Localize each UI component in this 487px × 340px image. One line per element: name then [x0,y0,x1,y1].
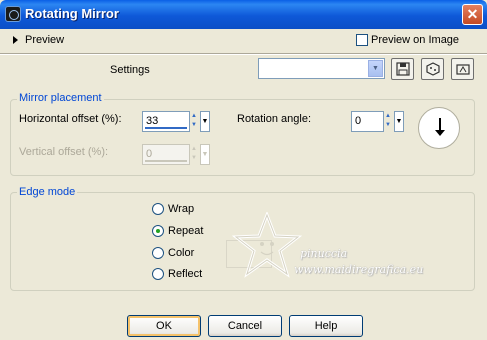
edge-option-label: Repeat [168,225,204,237]
preview-label[interactable]: Preview [25,34,64,46]
edge-option-label: Color [168,247,195,259]
rotation-angle-value: 0 [355,115,362,127]
vertical-offset-bar [145,160,187,162]
help-button[interactable]: Help [289,315,363,337]
horizontal-offset-value: 33 [146,115,159,127]
radio-repeat[interactable] [152,225,164,237]
horizontal-offset-arrows[interactable]: ▲ ▼ [189,112,199,131]
vertical-offset-value: 0 [146,148,153,160]
settings-combo[interactable]: ▼ [258,58,385,79]
vertical-offset-menu-button: ▼ [200,144,210,165]
app-icon [5,6,21,22]
cancel-button[interactable]: Cancel [208,315,282,337]
watermark-line1: pinuccia [300,247,348,260]
horizontal-offset-menu-button[interactable]: ▼ [200,111,210,132]
horizontal-offset-input[interactable]: 33 [142,111,190,132]
randomize-icon [455,64,470,75]
close-icon: ✕ [466,6,479,22]
separator [0,53,487,55]
randomize-button[interactable] [451,58,474,80]
vertical-offset-input: 0 [142,144,190,165]
close-button[interactable]: ✕ [462,4,483,25]
radio-selected-dot [156,229,160,233]
rotation-angle-spinner[interactable]: 0 ▲ ▼ ▼ [351,111,405,132]
spin-down-icon[interactable]: ▼ [383,121,393,130]
spin-up-icon[interactable]: ▲ [189,112,199,121]
rotation-angle-label: Rotation angle: [237,113,311,125]
mirror-placement-group [10,99,475,176]
mirror-placement-legend: Mirror placement [17,92,104,104]
ok-button[interactable]: OK [127,315,201,337]
edge-option-label: Reflect [168,268,203,280]
spin-down-icon: ▼ [191,155,197,161]
spin-down-icon[interactable]: ▼ [189,121,199,130]
reset-icon [425,62,440,76]
radio-reflect[interactable] [152,268,164,280]
vertical-offset-label: Vertical offset (%): [19,146,109,158]
chevron-down-icon[interactable]: ▼ [368,60,383,77]
vertical-offset-spinner: 0 ▲ ▼ ▼ [142,144,212,165]
rotation-dial[interactable] [418,107,460,149]
spin-up-icon: ▲ [191,146,197,152]
rotation-angle-arrows[interactable]: ▲ ▼ [383,112,393,131]
dial-arrow-icon [435,130,445,136]
preview-expand-arrow-icon[interactable] [13,36,18,44]
horizontal-offset-bar [145,127,187,129]
watermark-line2: www.maidiregrafica.eu [294,263,424,276]
watermark-star-icon [232,212,302,278]
edge-mode-legend: Edge mode [17,186,78,198]
radio-color[interactable] [152,247,164,259]
title-bar: Rotating Mirror ✕ [0,0,487,29]
window-title: Rotating Mirror [25,6,119,21]
rotation-angle-menu-button[interactable]: ▼ [394,111,404,132]
save-preset-button[interactable] [391,58,414,80]
preview-on-image-label[interactable]: Preview on Image [371,34,459,46]
preview-on-image-checkbox[interactable] [356,34,368,46]
settings-label: Settings [110,64,150,76]
spin-up-icon[interactable]: ▲ [383,112,393,121]
vertical-offset-arrows: ▲ ▼ [189,145,199,164]
radio-wrap[interactable] [152,203,164,215]
reset-button[interactable] [421,58,444,80]
edge-option-label: Wrap [168,203,195,215]
rotation-angle-input[interactable]: 0 [351,111,384,132]
horizontal-offset-label: Horizontal offset (%): [19,113,122,125]
save-preset-icon [395,62,410,76]
horizontal-offset-spinner[interactable]: 33 ▲ ▼ ▼ [142,111,212,132]
